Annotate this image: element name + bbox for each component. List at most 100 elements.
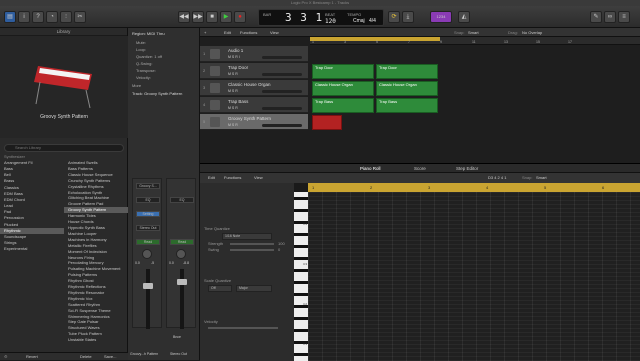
track-volume-slider[interactable] (262, 73, 302, 76)
track-controls[interactable]: M S R (228, 89, 238, 93)
selected-region[interactable] (312, 115, 342, 130)
smart-controls-icon[interactable]: ◔ (46, 11, 58, 23)
scale-root-select[interactable]: Off (208, 285, 232, 292)
library-search-input[interactable]: Search Library (4, 144, 124, 152)
record-button[interactable]: ● (234, 11, 246, 23)
inspector-icon[interactable]: i (18, 11, 30, 23)
track-header-row[interactable]: 4 Trap Bass M S R (200, 97, 308, 113)
setting-slot[interactable]: Setting (136, 211, 160, 217)
playhead-position: 3 3 1 (285, 11, 324, 24)
eq-slot[interactable]: EQ (136, 197, 160, 203)
track-header[interactable]: Track: Groovy Synth Pattern (132, 91, 182, 96)
pr-snap-select[interactable]: Smart (536, 173, 547, 183)
track-volume-slider[interactable] (262, 124, 302, 127)
display-mode-button[interactable]: 1234 (430, 11, 452, 23)
timeline-ruler[interactable]: 1 3 5 7 9 11 13 15 17 (310, 37, 640, 45)
region-parameter[interactable]: Q-Swing: (136, 61, 152, 66)
track-volume-slider[interactable] (262, 90, 302, 93)
volume-fader-cap[interactable] (143, 283, 153, 289)
tab-piano-roll[interactable]: Piano Roll (360, 164, 381, 173)
browser-icon[interactable]: ≡ (618, 11, 630, 23)
tracks-edit-menu[interactable]: Edit (224, 28, 231, 37)
replace-button[interactable]: ⤓ (402, 11, 414, 23)
cycle-range[interactable] (310, 37, 440, 41)
library-patch-item[interactable]: Unstable States (64, 337, 128, 343)
mixer-icon[interactable]: ⫶ (60, 11, 72, 23)
snap-select[interactable]: Smart (468, 28, 479, 37)
scale-type-select[interactable]: Major (236, 285, 272, 292)
volume-fader-cap-output[interactable] (177, 279, 187, 285)
region-parameter[interactable]: Quantize: 1 off (136, 54, 162, 59)
track-region[interactable]: Trap Bass (376, 98, 438, 113)
bounce-label[interactable]: Bnce (173, 335, 181, 339)
cycle-button[interactable]: ⟳ (388, 11, 400, 23)
metronome-icon[interactable]: ◭ (458, 11, 470, 23)
region-parameter[interactable]: Transpose: (136, 68, 156, 73)
track-volume-slider[interactable] (262, 107, 302, 110)
track-name[interactable]: Audio 1 (228, 48, 243, 53)
help-icon[interactable]: ? (32, 11, 44, 23)
track-controls[interactable]: M S R (228, 123, 238, 127)
track-region[interactable]: Trap Door (312, 64, 374, 79)
track-name[interactable]: Classic House Organ (228, 82, 271, 87)
pan-knob[interactable] (142, 249, 152, 259)
stop-button[interactable]: ■ (206, 11, 218, 23)
loops-icon[interactable]: ∞ (604, 11, 616, 23)
track-header-row[interactable]: 2 Trap Door M S R (200, 63, 308, 79)
note-grid[interactable] (308, 192, 640, 361)
track-name[interactable]: Trap Door (228, 65, 248, 70)
drag-select[interactable]: No Overlap (522, 28, 542, 37)
notepad-icon[interactable]: ✎ (590, 11, 602, 23)
tracks-functions-menu[interactable]: Functions (240, 28, 257, 37)
track-region[interactable]: Trap Bass (312, 98, 374, 113)
tracks-view-menu[interactable]: View (270, 28, 279, 37)
more-toggle[interactable]: More (132, 83, 141, 88)
volume-fader-track[interactable] (146, 269, 150, 329)
midi-transform-panel: Time Quantize 1/16 Note Strength 100 Swi… (200, 183, 294, 361)
track-controls[interactable]: M S R (228, 72, 238, 76)
rewind-button[interactable]: ◀◀ (178, 11, 190, 23)
track-controls[interactable]: M S R I (228, 55, 240, 59)
track-volume-slider[interactable] (262, 56, 302, 59)
automation-read[interactable]: Read (136, 239, 160, 245)
track-header-row[interactable]: 1 Audio 1 M S R I (200, 46, 308, 62)
track-header-row[interactable]: 3 Classic House Organ M S R (200, 80, 308, 96)
pr-edit-menu[interactable]: Edit (208, 173, 215, 183)
output-slot[interactable]: Stereo Out (136, 225, 160, 231)
pr-view-menu[interactable]: View (254, 173, 263, 183)
region-parameter[interactable]: Loop: (136, 47, 146, 52)
eq-slot-output[interactable]: EQ (170, 197, 194, 203)
pr-functions-menu[interactable]: Functions (224, 173, 241, 183)
library-panel: Library Groovy Synth Pattern Search Libr… (0, 28, 128, 360)
volume-fader-output[interactable] (180, 269, 184, 329)
lcd-display[interactable]: BAR 3 3 1 BEAT 120 TEMPO Cmaj 4/4 (258, 9, 384, 26)
automation-read-output[interactable]: Read (170, 239, 194, 245)
velocity-slider[interactable] (208, 327, 278, 329)
strength-slider[interactable] (230, 243, 274, 245)
track-name[interactable]: Trap Bass (228, 99, 248, 104)
tab-score[interactable]: Score (414, 164, 426, 173)
track-name[interactable]: Groovy Synth Pattern (228, 116, 271, 121)
track-header-row[interactable]: 5 Groovy Synth Pattern M S R (200, 114, 308, 130)
velocity-label: Velocity (204, 319, 218, 324)
tab-step-editor[interactable]: Step Editor (456, 164, 478, 173)
add-track-icon[interactable]: + (204, 28, 206, 37)
editors-icon[interactable]: ✂ (74, 11, 86, 23)
time-quantize-select[interactable]: 1/16 Note (222, 233, 272, 240)
library-category-item[interactable]: Experimental (0, 246, 64, 252)
track-region[interactable]: Classic House Organ (376, 81, 438, 96)
library-icon[interactable]: ▤ (4, 11, 16, 23)
track-region[interactable]: Classic House Organ (312, 81, 374, 96)
track-region[interactable]: Trap Door (376, 64, 438, 79)
swing-slider[interactable] (230, 249, 274, 251)
pan-knob-output[interactable] (176, 249, 186, 259)
region-parameter[interactable]: Velocity: (136, 75, 151, 80)
track-controls[interactable]: M S R (228, 106, 238, 110)
instrument-slot[interactable]: Groovy S... (136, 183, 160, 189)
piano-roll-ruler[interactable]: 1 2 3 4 5 6 (308, 183, 640, 192)
piano-keyboard[interactable]: C4 C3 C2 C1 (294, 192, 308, 361)
region-parameter[interactable]: Mute: (136, 40, 146, 45)
forward-button[interactable]: ▶▶ (192, 11, 204, 23)
play-button[interactable]: ▶ (220, 11, 232, 23)
region-header[interactable]: Region: MIDI Thru (132, 31, 165, 36)
